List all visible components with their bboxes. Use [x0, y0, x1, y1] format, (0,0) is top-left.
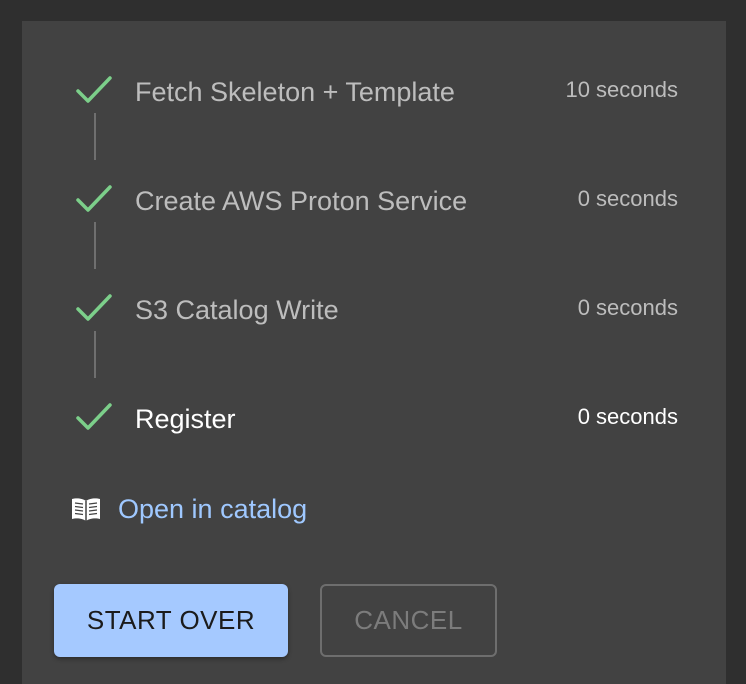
open-in-catalog-link[interactable]: Open in catalog — [70, 487, 307, 531]
step-label: Create AWS Proton Service — [135, 186, 468, 216]
start-over-button[interactable]: START OVER — [54, 584, 288, 657]
open-in-catalog-label: Open in catalog — [118, 493, 308, 524]
task-status-panel: Fetch Skeleton + Template 10 seconds Cre… — [22, 21, 726, 684]
step-duration: 0 seconds — [577, 186, 678, 211]
step-label: S3 Catalog Write — [135, 295, 339, 325]
check-icon — [76, 185, 112, 212]
step-s3-catalog-write: S3 Catalog Write 0 seconds — [22, 290, 726, 330]
step-fetch-skeleton: Fetch Skeleton + Template 10 seconds — [22, 72, 726, 112]
step-label: Fetch Skeleton + Template — [135, 77, 455, 107]
check-icon — [76, 76, 112, 103]
step-create-proton-service: Create AWS Proton Service 0 seconds — [22, 181, 726, 221]
step-duration: 0 seconds — [577, 404, 678, 429]
cancel-button[interactable]: CANCEL — [320, 584, 497, 657]
step-label: Register — [135, 404, 236, 434]
check-icon — [76, 294, 112, 321]
step-register: Register 0 seconds — [22, 399, 726, 439]
step-connector — [94, 222, 96, 269]
step-duration: 0 seconds — [577, 295, 678, 320]
book-open-icon — [72, 498, 100, 521]
step-connector — [94, 113, 96, 160]
step-connector — [94, 331, 96, 378]
check-icon — [76, 403, 112, 430]
step-duration: 10 seconds — [565, 77, 678, 102]
